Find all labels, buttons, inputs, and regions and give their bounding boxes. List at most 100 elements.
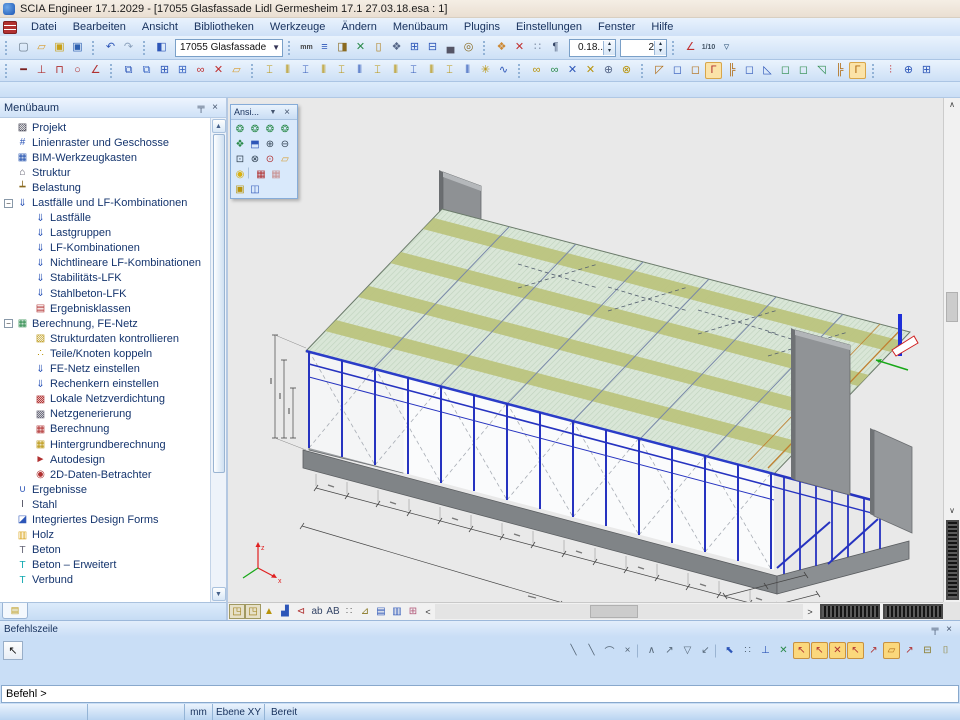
chevron-down-icon[interactable]: ▼ <box>266 105 280 119</box>
frame-icon[interactable]: ⊓ <box>51 62 68 79</box>
tree-item-strukturdaten-kontrollieren[interactable]: ▧ Strukturdaten kontrollieren <box>0 331 210 346</box>
iso-view-icon[interactable]: ⬒ <box>248 137 262 151</box>
spinner-up-icon[interactable]: ▴ <box>604 41 615 48</box>
menubaum-tab[interactable]: ▤ <box>2 603 28 619</box>
pin-icon[interactable]: ╤ <box>928 622 942 636</box>
pan-wheel-horizontal[interactable] <box>820 604 880 619</box>
zoom-selection-icon[interactable]: ⊙ <box>263 152 277 166</box>
command-input[interactable]: Befehl > <box>1 685 959 703</box>
rigid-arm-icon[interactable]: ⊕ <box>600 62 617 79</box>
ortho-icon[interactable]: ⊥ <box>757 642 774 659</box>
tree-item-netzgenerierung[interactable]: ▩ Netzgenerierung <box>0 407 210 422</box>
spinner-down-icon[interactable]: ▾ <box>604 48 615 55</box>
mesh-ball-icon[interactable]: ❖ <box>388 39 405 56</box>
rotate-view-icon[interactable]: ❖ <box>233 137 247 151</box>
member-info-icon[interactable]: ¶ <box>547 39 564 56</box>
model-canvas[interactable]: z x <box>228 98 943 602</box>
tree-item-stahlbeton-lfk[interactable]: ⇓ Stahlbeton-LFK <box>0 286 210 301</box>
tree-item-teile-knoten-koppeln[interactable]: ∴ Teile/Knoten koppeln <box>0 346 210 361</box>
zoom-window-icon[interactable]: ⊡ <box>233 152 247 166</box>
tree-item-stahl[interactable]: I Stahl <box>0 497 210 512</box>
menu-item[interactable]: Fenster <box>590 20 643 34</box>
tree-item-beton[interactable]: T Beton <box>0 543 210 558</box>
member-shell-icon[interactable]: ⫴ <box>423 62 440 79</box>
tree-item-struktur[interactable]: ⌂ Struktur <box>0 165 210 180</box>
snap-peak-icon[interactable]: ∧ <box>643 642 660 659</box>
light-bulb-icon[interactable]: ◉ <box>233 167 247 181</box>
tree-item-lokale-netzverdichtung[interactable]: ▩ Lokale Netzverdichtung <box>0 392 210 407</box>
member-1d-icon[interactable]: ⌶ <box>261 62 278 79</box>
chevron-down-icon[interactable]: ▼ <box>272 43 280 52</box>
labels-on-icon[interactable]: AB <box>325 604 341 619</box>
member-opening-icon[interactable]: ⫴ <box>387 62 404 79</box>
views-folder-icon[interactable]: ▱ <box>278 152 292 166</box>
column-icon[interactable]: ⊥ <box>33 62 50 79</box>
member-truss-icon[interactable]: ⌶ <box>441 62 458 79</box>
node-labels-icon[interactable]: ▥ <box>389 604 405 619</box>
zoom-in-icon[interactable]: ⊕ <box>263 137 277 151</box>
tree-item-fe-netz-einstellen[interactable]: ⇓ FE-Netz einstellen <box>0 362 210 377</box>
show-flags-icon[interactable]: ⊲ <box>293 604 309 619</box>
tree-item-lf-kombinationen[interactable]: ⇓ LF-Kombinationen <box>0 241 210 256</box>
snap-delete-icon[interactable]: ✕ <box>829 642 846 659</box>
render-wire-icon[interactable]: ◳ <box>229 604 245 619</box>
viewbox-sep[interactable] <box>248 167 253 179</box>
snap-off-icon[interactable]: × <box>619 642 636 659</box>
snap-sep-1[interactable] <box>637 644 642 658</box>
open-library-icon[interactable]: ▱ <box>228 62 245 79</box>
view-y-icon[interactable]: ❂ <box>248 122 262 136</box>
view-cube-icon[interactable]: ◫ <box>248 182 262 196</box>
tree-item-lastgruppen[interactable]: ⇓ Lastgruppen <box>0 226 210 241</box>
scale-ratio-icon[interactable]: 1/10 <box>700 39 717 56</box>
tree-item-hintergrundberechnung[interactable]: ▦ Hintergrundberechnung <box>0 437 210 452</box>
labels-off-icon[interactable]: ab <box>309 604 325 619</box>
snap-arc-icon[interactable]: ⌒ <box>601 642 618 659</box>
new-window-icon[interactable]: ◧ <box>153 39 170 56</box>
snap-endpoints-icon[interactable]: ↖ <box>793 642 810 659</box>
show-supports-icon[interactable]: ▲ <box>261 604 277 619</box>
zoom-wheel-horizontal[interactable] <box>883 604 943 619</box>
pin-icon[interactable]: ╤ <box>194 101 208 115</box>
snap-intersections-icon[interactable]: ↖ <box>811 642 828 659</box>
gallery2-icon[interactable]: ⊟ <box>424 39 441 56</box>
support-9-icon[interactable]: ◻ <box>795 62 812 79</box>
snap-sep-2[interactable] <box>715 644 720 658</box>
tree-item-lastfaelle[interactable]: ⇓ Lastfälle <box>0 211 210 226</box>
tree-item-berechnung[interactable]: ▦ Berechnung <box>0 422 210 437</box>
cursor-mode-button[interactable]: ↖ <box>3 641 23 660</box>
show-mesh-icon[interactable]: ∷ <box>341 604 357 619</box>
menu-item[interactable]: Hilfe <box>643 20 681 34</box>
photo-view-2-icon[interactable]: ▦ <box>269 167 283 181</box>
tree-item-lastfaelle-lf-kombinationen[interactable]: − ⇓ Lastfälle und LF-Kombinationen <box>0 195 210 210</box>
tree-item-berechnung-fe-netz[interactable]: − ▦ Berechnung, FE-Netz <box>0 316 210 331</box>
horizontal-scrollbar-thumb[interactable] <box>590 605 638 618</box>
member-tie-icon[interactable]: ⫴ <box>459 62 476 79</box>
count-spinner[interactable]: 2 ▴▾ <box>620 39 667 57</box>
point-grid-icon[interactable]: ∷ <box>529 39 546 56</box>
snap-node-icon[interactable]: ↙ <box>697 642 714 659</box>
member-slab-icon[interactable]: ⫴ <box>351 62 368 79</box>
polygon-snap-icon[interactable]: ▱ <box>883 642 900 659</box>
render-solid-icon[interactable]: ◳ <box>245 604 261 619</box>
snap-perp-icon[interactable]: ▽ <box>679 642 696 659</box>
menu-item[interactable]: Bibliotheken <box>186 20 262 34</box>
model-viewport[interactable]: z x Ansi... ▼ × ❂❂❂❂❖⬒⊕⊖⊡⊗⊙▱◉▦▦▣◫ ◳◳▲▟⊲a… <box>228 98 960 620</box>
member-rib-icon[interactable]: ⌶ <box>333 62 350 79</box>
new-file-icon[interactable]: ▢ <box>15 39 32 56</box>
tree-item-ergebnisse[interactable]: ∪ Ergebnisse <box>0 482 210 497</box>
print-preview-icon[interactable]: ◎ <box>460 39 477 56</box>
save-all-icon[interactable]: ▣ <box>51 39 68 56</box>
image-settings-icon[interactable]: ◨ <box>334 39 351 56</box>
scroll-down-icon[interactable]: ∨ <box>949 504 955 518</box>
menu-item[interactable]: Menübaum <box>385 20 456 34</box>
member-cable-icon[interactable]: ∿ <box>495 62 512 79</box>
vertical-scrollbar[interactable] <box>944 112 960 504</box>
angle-icon[interactable]: ∠ <box>682 39 699 56</box>
tree-item-belastung[interactable]: ┷ Belastung <box>0 180 210 195</box>
copy-icon[interactable]: ⧉ <box>120 62 137 79</box>
redo-icon[interactable]: ↷ <box>120 39 137 56</box>
member-beam-icon[interactable]: ⫴ <box>315 62 332 79</box>
printer-icon[interactable]: ▄ <box>442 39 459 56</box>
scroll-down-icon[interactable]: ▼ <box>212 587 226 601</box>
interface-icon[interactable]: ⊗ <box>618 62 635 79</box>
